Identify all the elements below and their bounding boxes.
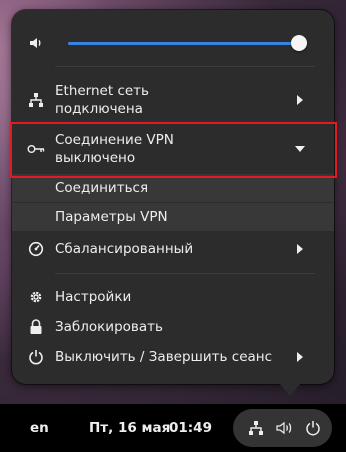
lock-label: Заблокировать: [55, 319, 163, 335]
vpn-status: выключено: [55, 150, 136, 166]
volume-slider-track[interactable]: [68, 42, 298, 45]
key-icon: [27, 140, 45, 158]
power-mode-label: Сбалансированный: [55, 241, 194, 257]
volume-icon: [276, 420, 294, 436]
separator: [55, 273, 315, 274]
ethernet-status: подключена: [55, 101, 143, 117]
chevron-right-icon: [295, 244, 305, 254]
speaker-icon: [27, 34, 45, 52]
gear-icon: [27, 288, 45, 306]
panel-date[interactable]: Пт, 16 мая: [89, 404, 170, 452]
vpn-connect-label: Соединиться: [55, 180, 149, 196]
vpn-title: Соединение VPN: [55, 132, 174, 148]
panel-time[interactable]: 01:49: [169, 404, 212, 452]
volume-slider-handle[interactable]: [291, 35, 307, 51]
network-wired-icon: [27, 91, 45, 109]
chevron-down-icon: [295, 144, 305, 154]
power-profile-icon: [27, 240, 45, 258]
power-icon: [27, 348, 45, 366]
lock-icon: [27, 318, 45, 336]
power-off-label: Выключить / Завершить сеанс: [55, 349, 273, 365]
separator: [55, 66, 315, 67]
network-wired-icon: [248, 420, 264, 436]
menu-pointer-arrow: [279, 383, 301, 396]
keyboard-layout-indicator[interactable]: en: [30, 404, 49, 452]
chevron-right-icon: [295, 95, 305, 105]
chevron-right-icon: [295, 352, 305, 362]
power-icon: [305, 420, 321, 436]
vpn-settings-label: Параметры VPN: [55, 209, 168, 225]
settings-label: Настройки: [55, 289, 132, 305]
ethernet-title: Ethernet сеть: [55, 83, 149, 99]
